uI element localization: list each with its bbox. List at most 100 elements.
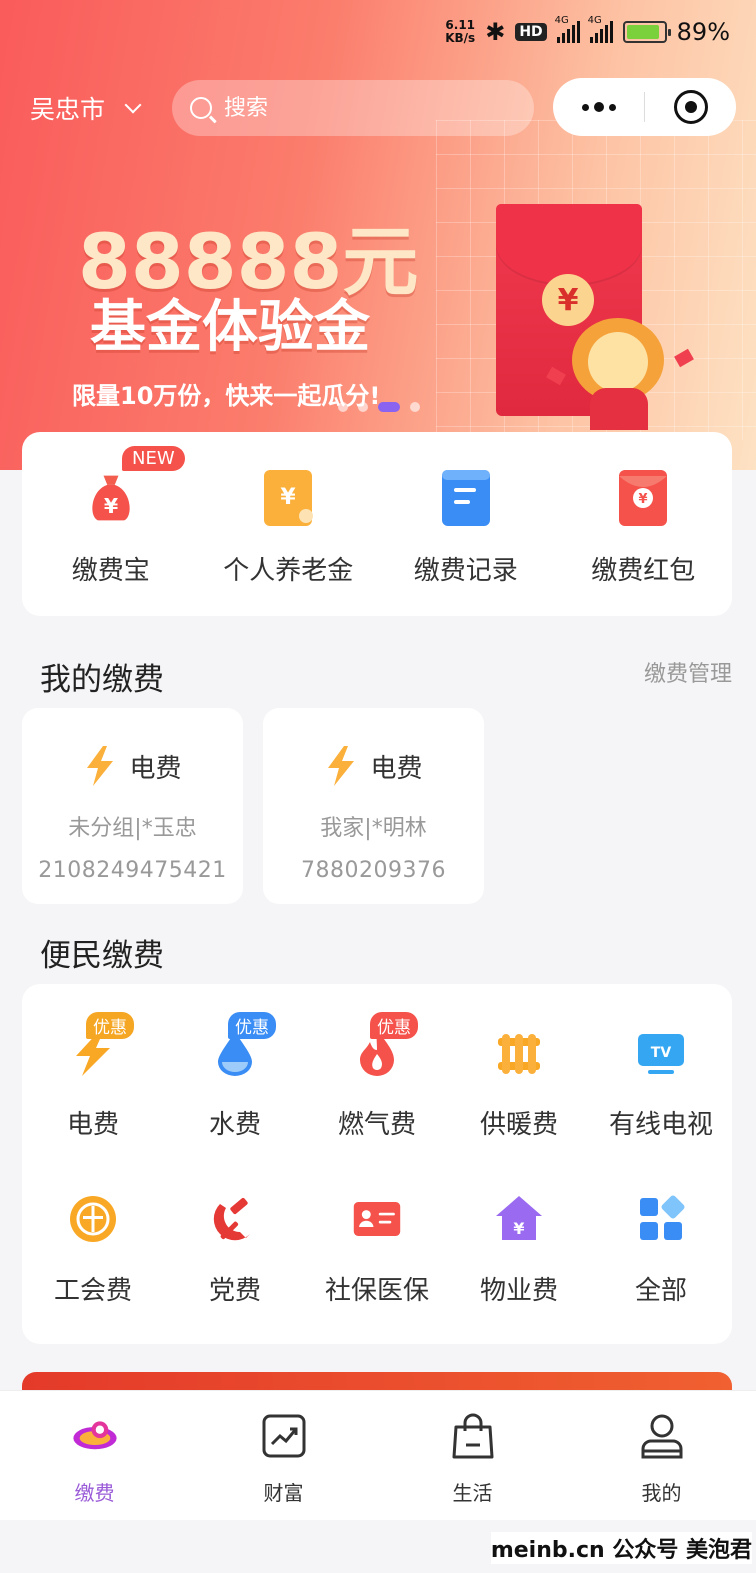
lion-face [588,332,648,392]
more-dot-icon [608,103,616,111]
carousel-indicator [338,402,420,412]
utility-label: 水费 [208,1110,261,1140]
utility-label: 党费 [208,1276,261,1306]
radiator-icon [494,1028,544,1078]
carousel-dot[interactable] [378,402,400,412]
quick-action-label: 缴费宝 [71,556,150,586]
more-menu-button[interactable] [553,102,644,112]
battery-level [626,25,659,39]
utility-water-drop[interactable]: 水费 优惠 [164,984,306,1150]
quick-action-pension-yuan[interactable]: ¥ 个人养老金 [200,432,378,616]
banner-title: 基金体验金 [90,295,370,360]
quick-action-red-envelope[interactable]: ¥ 缴费红包 [555,432,733,616]
all-grid-icon [636,1194,686,1244]
utility-label: 供暖费 [479,1110,558,1140]
utility-label: 燃气费 [337,1110,416,1140]
bill-card[interactable]: 电费 我家|*明林 7880209376 [263,708,484,904]
utility-radiator[interactable]: 供暖费 [448,984,590,1150]
watermark: meinb.cn 公众号 美泡君 [490,1532,752,1564]
utility-label: 工会费 [53,1276,132,1306]
svg-text:¥: ¥ [104,494,119,518]
bluetooth-icon: ✱ [485,18,506,46]
utility-label: 物业费 [479,1276,558,1306]
union-emblem-icon [68,1194,118,1244]
utility-all-grid[interactable]: 全部 [590,1150,732,1316]
target-circle-icon [673,90,708,124]
signal-icon-2: 4G [588,15,613,43]
utility-tv[interactable]: TV 有线电视 [590,984,732,1150]
utility-flame[interactable]: 燃气费 优惠 [306,984,448,1150]
network-type-1: 4G [554,15,569,26]
svg-text:TV: TV [651,1045,672,1061]
tab-cloud-logo[interactable]: 缴费 [0,1391,189,1520]
bill-header: 电费 [22,746,243,786]
party-emblem-icon [210,1194,260,1244]
carousel-dot[interactable] [358,402,368,412]
discount-badge: 优惠 [228,1012,276,1039]
quick-action-money-bag[interactable]: ¥ 缴费宝 NEW [22,432,200,616]
quick-actions-card: ¥ 缴费宝 NEW ¥ 个人养老金 缴费记录 ¥ 缴费红包 [22,432,732,616]
quick-action-label: 缴费红包 [591,556,696,586]
chevron-down-icon [124,96,142,114]
tab-label: 生活 [452,1481,493,1505]
close-miniprogram-button[interactable] [645,90,736,124]
tab-person[interactable]: 我的 [567,1391,756,1520]
discount-badge: 优惠 [86,1012,134,1039]
discount-badge: 优惠 [370,1012,418,1039]
utility-party-emblem[interactable]: 党费 [164,1150,306,1316]
new-badge: NEW [122,446,185,471]
city-selector[interactable]: 吴忠市 [30,90,142,126]
utility-label: 社保医保 [324,1276,429,1306]
more-dot-icon [581,103,589,111]
more-dot-icon [593,102,604,112]
banner-subtitle: 限量10万份，快来一起瓜分! [72,382,381,410]
person-icon [639,1413,685,1459]
search-bar[interactable] [172,80,534,136]
svg-text:¥: ¥ [513,1219,524,1238]
quick-action-label: 个人养老金 [223,556,354,586]
shopping-bag-icon [450,1413,496,1459]
tab-label: 缴费 [74,1481,115,1505]
utilities-grid: 电费 优惠 水费 优惠 燃气费 优惠 供暖费 TV 有线电视 工会费 党费 社保医保 ¥ 物业费 全部 [22,984,732,1316]
carousel-dot[interactable] [410,402,420,412]
lion-body [590,388,648,430]
bill-header: 电费 [263,746,484,786]
bill-account-number: 7880209376 [301,858,446,883]
lion-mascot-image [572,318,664,430]
utilities-card: 电费 优惠 水费 优惠 燃气费 优惠 供暖费 TV 有线电视 工会费 党费 社保医保 ¥ 物业费 全部 [22,984,732,1344]
tab-label: 我的 [641,1481,682,1505]
utility-union-emblem[interactable]: 工会费 [22,1150,164,1316]
search-input[interactable] [224,95,484,121]
carousel-dot[interactable] [338,402,348,412]
network-type-2: 4G [587,15,602,26]
yuan-coin-icon: ¥ [542,274,594,326]
cloud-logo-icon [72,1413,118,1459]
tab-trend-chart[interactable]: 财富 [189,1391,378,1520]
bottom-tab-bar: 缴费 财富 生活 我的 [0,1390,756,1520]
utilities-title: 便民缴费 [40,938,164,974]
hd-badge: HD [515,23,547,41]
bill-group: 未分组|*玉忠 [68,816,197,841]
hero-banner[interactable]: 6.11 KB/s ✱ HD 4G 4G 89% 吴忠市 88888元 基金体验… [0,0,756,470]
battery-percent: 89% [676,18,730,46]
utility-id-card[interactable]: 社保医保 [306,1150,448,1316]
search-icon [190,97,212,119]
bill-type: 电费 [129,753,182,784]
manage-bills-link[interactable]: 缴费管理 [644,656,732,688]
utility-label: 全部 [634,1276,687,1306]
tab-shopping-bag[interactable]: 生活 [378,1391,567,1520]
network-speed-unit: KB/s [445,31,476,45]
trend-chart-icon [261,1413,307,1459]
utility-house-yuan[interactable]: ¥ 物业费 [448,1150,590,1316]
tv-icon: TV [636,1028,686,1078]
tab-label: 财富 [263,1481,304,1505]
bill-card[interactable]: 电费 未分组|*玉忠 2108249475421 [22,708,243,904]
utility-label: 有线电视 [608,1110,713,1140]
house-yuan-icon: ¥ [494,1194,544,1244]
utility-lightning[interactable]: 电费 优惠 [22,984,164,1150]
lightning-icon [324,746,358,786]
status-bar: 6.11 KB/s ✱ HD 4G 4G 89% [445,14,730,50]
record-list-icon [438,470,494,526]
quick-action-record-list[interactable]: 缴费记录 [377,432,555,616]
miniprogram-capsule [553,78,736,136]
